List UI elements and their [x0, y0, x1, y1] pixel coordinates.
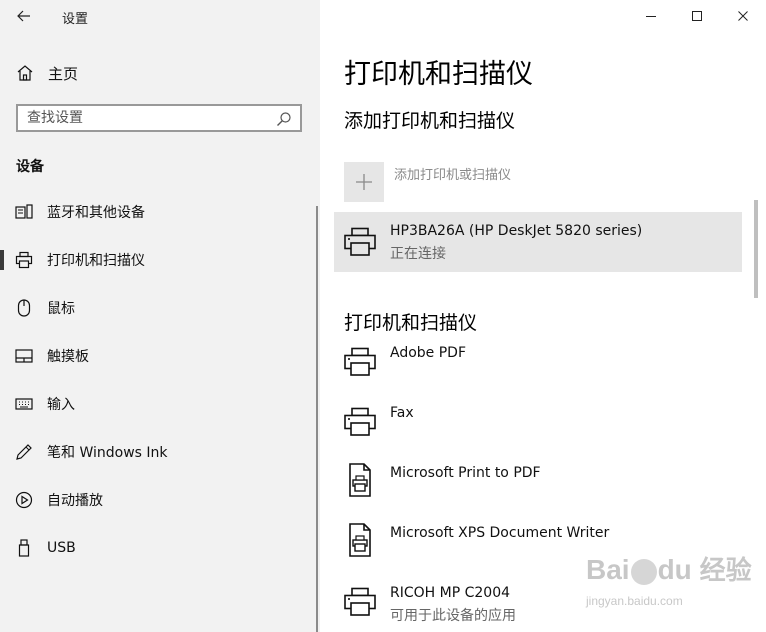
sidebar-item-label: USB [47, 540, 76, 556]
add-printer-label[interactable]: 添加打印机或扫描仪 [394, 164, 511, 183]
minimize-icon [646, 16, 656, 17]
search-box[interactable] [16, 104, 302, 132]
bluetooth-devices-icon [14, 202, 34, 222]
back-button[interactable] [10, 4, 38, 28]
sidebar-item-label: 鼠标 [47, 301, 75, 317]
printer-icon [342, 224, 378, 260]
section-heading-devices: 设备 [16, 159, 44, 175]
sidebar-item-pen[interactable]: 笔和 Windows Ink [0, 430, 320, 474]
sidebar-item-touchpad[interactable]: 触摸板 [0, 334, 320, 378]
printer-icon [342, 584, 378, 620]
sidebar-scrollbar[interactable] [316, 206, 318, 632]
sidebar-item-label: 笔和 Windows Ink [47, 445, 168, 461]
usb-icon [14, 538, 34, 558]
watermark-product: 经验 [699, 555, 752, 585]
printer-icon [342, 344, 378, 380]
sidebar: 设置 主页 设备 蓝牙和其他设备 打印机和扫描仪 鼠标 触摸板 [0, 0, 320, 632]
device-item-fax[interactable]: Fax [334, 396, 742, 452]
maximize-icon [692, 11, 702, 21]
autoplay-icon [14, 490, 34, 510]
home-icon [14, 62, 36, 84]
device-name: RICOH MP C2004 [390, 585, 511, 601]
sidebar-item-typing[interactable]: 输入 [0, 382, 320, 426]
close-button[interactable] [720, 0, 766, 32]
printer-icon [14, 250, 34, 270]
maximize-button[interactable] [674, 0, 720, 32]
plus-icon [356, 174, 372, 190]
home-link[interactable]: 主页 [14, 60, 78, 86]
sidebar-item-label: 蓝牙和其他设备 [47, 205, 145, 221]
discovered-device-item[interactable]: HP3BA26A (HP DeskJet 5820 series) 正在连接 [334, 212, 742, 272]
watermark-brand-2: du [657, 554, 692, 585]
search-input[interactable] [18, 109, 269, 127]
selection-indicator [0, 250, 4, 270]
sidebar-item-autoplay[interactable]: 自动播放 [0, 478, 320, 522]
device-name: Microsoft Print to PDF [390, 465, 541, 481]
pen-icon [14, 442, 34, 462]
close-icon [738, 11, 748, 21]
sidebar-item-printers[interactable]: 打印机和扫描仪 [0, 238, 320, 282]
sidebar-item-label: 自动播放 [47, 493, 103, 509]
content-scrollbar[interactable] [754, 200, 758, 298]
home-label: 主页 [48, 64, 79, 83]
search-icon[interactable] [276, 111, 292, 127]
printer-icon [342, 404, 378, 440]
device-name: Adobe PDF [390, 345, 467, 361]
device-item-adobe-pdf[interactable]: Adobe PDF [334, 336, 742, 392]
baidu-jingyan-watermark: Bai du 经验 jingyan.baidu.com [584, 546, 760, 622]
watermark-brand: Bai [586, 554, 630, 585]
sidebar-item-label: 触摸板 [47, 349, 89, 365]
sidebar-item-label: 输入 [47, 397, 75, 413]
device-name: Fax [390, 405, 414, 421]
device-item-print-to-pdf[interactable]: Microsoft Print to PDF [334, 456, 742, 512]
keyboard-icon [14, 394, 34, 414]
pdf-printer-icon [342, 522, 378, 558]
sidebar-item-mouse[interactable]: 鼠标 [0, 286, 320, 330]
device-name: Microsoft XPS Document Writer [390, 525, 610, 541]
pdf-printer-icon [342, 462, 378, 498]
minimize-button[interactable] [628, 0, 674, 32]
mouse-icon [14, 298, 34, 318]
touchpad-icon [14, 346, 34, 366]
add-section-heading: 添加打印机和扫描仪 [344, 110, 516, 132]
paw-icon [630, 558, 657, 585]
app-title: 设置 [62, 12, 89, 27]
sidebar-item-bluetooth[interactable]: 蓝牙和其他设备 [0, 190, 320, 234]
device-status: 可用于此设备的应用 [390, 608, 516, 624]
back-arrow-icon [17, 10, 30, 22]
page-title: 打印机和扫描仪 [344, 59, 533, 90]
printers-list-heading: 打印机和扫描仪 [344, 312, 478, 334]
device-status: 正在连接 [390, 246, 446, 262]
device-name: HP3BA26A (HP DeskJet 5820 series) [390, 223, 643, 239]
sidebar-item-label: 打印机和扫描仪 [47, 253, 145, 269]
add-printer-button[interactable] [344, 162, 384, 202]
watermark-url: jingyan.baidu.com [586, 594, 683, 608]
sidebar-item-usb[interactable]: USB [0, 526, 320, 570]
main-content: 打印机和扫描仪 添加打印机和扫描仪 添加打印机或扫描仪 HP3BA26A (HP… [320, 0, 766, 632]
